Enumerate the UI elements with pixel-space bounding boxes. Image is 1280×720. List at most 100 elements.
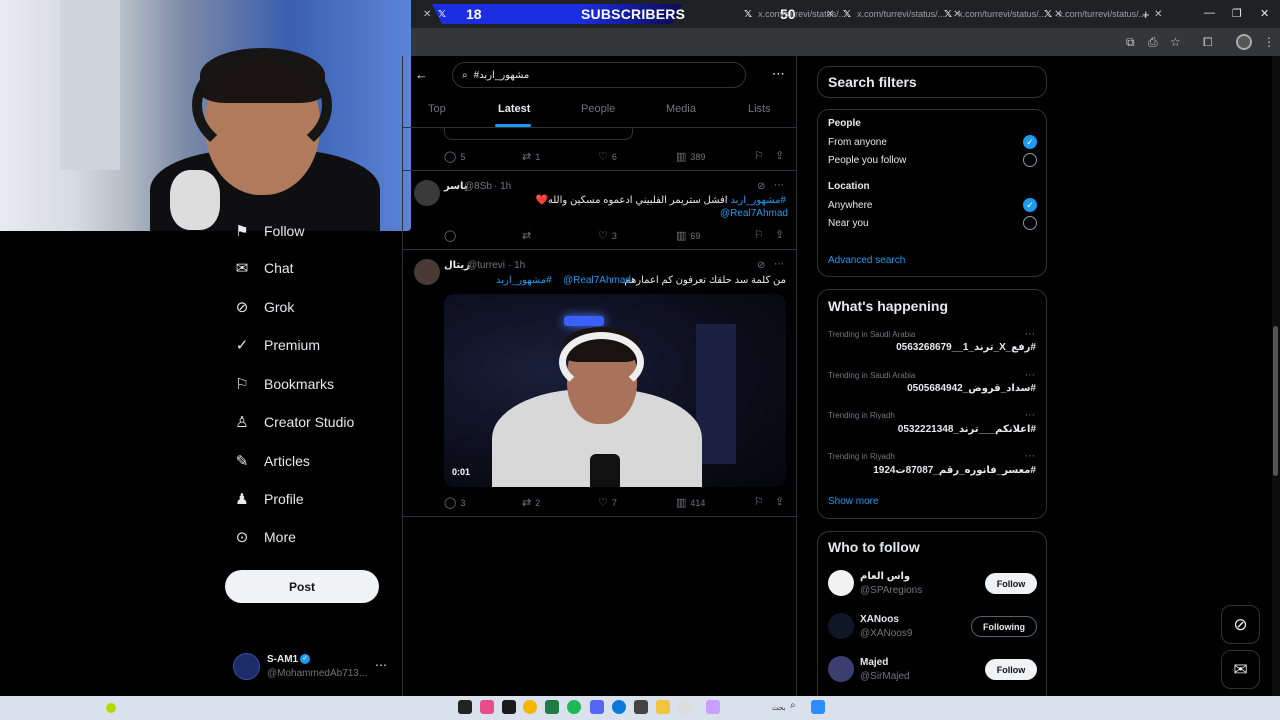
views-button[interactable]: ▥ 414 [676, 496, 705, 509]
filter-near-you[interactable]: Near you [828, 218, 869, 229]
scrollbar-thumb[interactable] [1273, 326, 1278, 476]
new-tab-button[interactable]: + [1142, 4, 1150, 24]
show-more-link[interactable]: Show more [828, 496, 879, 507]
file-explorer-icon[interactable] [656, 700, 670, 714]
avatar[interactable] [414, 180, 440, 206]
tweet-more-icon[interactable]: ⋯ [774, 180, 784, 191]
filter-anywhere[interactable]: Anywhere [828, 200, 872, 211]
share-icon[interactable]: ⇪ [775, 495, 788, 508]
grok-icon[interactable]: ⊘ [757, 181, 765, 192]
trend-name[interactable]: #رفع_X_ترند_1__0563268679 [896, 342, 1036, 353]
tweet-author-handle[interactable]: @8Sb [464, 181, 492, 192]
app-icon[interactable] [480, 700, 494, 714]
avatar[interactable] [828, 570, 854, 596]
translate-icon[interactable]: ⧉ [1126, 35, 1135, 50]
messages-fab-button[interactable]: ✉ [1221, 650, 1260, 689]
spotify-icon[interactable] [567, 700, 581, 714]
nav-follow[interactable]: ⚑ Follow [232, 219, 304, 243]
account-more-icon[interactable]: ⋯ [375, 658, 387, 672]
anywhere-radio[interactable]: ✓ [1023, 198, 1037, 212]
scrollbar[interactable] [1272, 56, 1280, 696]
chrome-icon[interactable] [523, 700, 537, 714]
nav-chat[interactable]: ✉ Chat [232, 256, 294, 280]
maximize-icon[interactable]: ❐ [1232, 7, 1242, 20]
bookmark-icon[interactable]: ⚐ [754, 495, 768, 508]
trend-name[interactable]: #معسر_فانوره_رقم_87087ت1924 [873, 465, 1036, 476]
like-button[interactable]: ♡ 6 [598, 150, 617, 163]
app-icon[interactable] [678, 700, 692, 714]
edge-icon[interactable] [612, 700, 626, 714]
tray-icon[interactable] [106, 703, 116, 713]
nav-creator-studio[interactable]: ♙ Creator Studio [232, 410, 354, 434]
following-button[interactable]: Following [971, 616, 1037, 637]
reply-button[interactable]: ◯ 5 [444, 150, 465, 163]
hashtag-link[interactable]: #مشهور_اربد [496, 275, 552, 286]
follow-suggestion-name[interactable]: واس العام [860, 571, 910, 582]
hashtag-link[interactable]: #مشهور_اربد [730, 195, 786, 206]
search-icon[interactable]: ⌕ [790, 700, 804, 714]
account-avatar[interactable] [233, 653, 260, 680]
avatar[interactable] [828, 656, 854, 682]
trend-more-icon[interactable]: ⋯ [1025, 329, 1035, 340]
mention-link[interactable]: @Real7Ahmad [563, 275, 631, 286]
people-you-follow-radio[interactable] [1023, 153, 1037, 167]
search-input[interactable]: ⌕ #مشهور_اربد [452, 62, 746, 88]
trend-more-icon[interactable]: ⋯ [1025, 410, 1035, 421]
search-more-button[interactable]: ⋯ [772, 66, 785, 82]
trend-more-icon[interactable]: ⋯ [1025, 370, 1035, 381]
install-icon[interactable]: ⎙ [1148, 35, 1158, 50]
nav-grok[interactable]: ⊘ Grok [232, 295, 295, 319]
tab-top[interactable]: Top [428, 103, 446, 115]
reply-button[interactable]: ◯ [444, 229, 460, 242]
app-icon[interactable] [502, 700, 516, 714]
tab-people[interactable]: People [581, 103, 615, 115]
profile-avatar-icon[interactable] [1236, 34, 1252, 50]
tweet-more-icon[interactable]: ⋯ [774, 259, 784, 270]
from-anyone-radio[interactable]: ✓ [1023, 135, 1037, 149]
tab-close-icon[interactable]: ✕ [1154, 9, 1162, 20]
avatar[interactable] [414, 259, 440, 285]
back-arrow-icon[interactable]: ← [415, 67, 428, 82]
follow-suggestion-name[interactable]: XANoos [860, 614, 899, 625]
tab-media[interactable]: Media [666, 103, 696, 115]
extensions-icon[interactable]: ⧠ [1203, 35, 1213, 50]
follow-suggestion-handle[interactable]: @SPAregions [860, 585, 922, 596]
menu-icon[interactable]: ⋮ [1263, 35, 1275, 49]
trend-name[interactable]: #اعلانكم___ترند_0532221348 [898, 424, 1036, 435]
star-icon[interactable]: ☆ [1170, 35, 1181, 49]
nav-premium[interactable]: ✓ Premium [232, 333, 320, 357]
follow-button[interactable]: Follow [985, 659, 1037, 680]
repost-button[interactable]: ⇄ 2 [522, 496, 540, 509]
mention-link[interactable]: @Real7Ahmad [720, 208, 788, 219]
follow-button[interactable]: Follow [985, 573, 1037, 594]
taskbar-search[interactable]: بحث [772, 704, 785, 712]
filter-people-you-follow[interactable]: People you follow [828, 155, 906, 166]
nav-profile[interactable]: ♟ Profile [232, 487, 303, 511]
window-close-icon[interactable]: ✕ [1260, 7, 1269, 20]
post-button[interactable]: Post [225, 570, 379, 603]
trend-more-icon[interactable]: ⋯ [1025, 451, 1035, 462]
video-player[interactable]: 0:01 [444, 294, 786, 487]
tweet-time[interactable]: · 1h [508, 260, 525, 271]
nav-articles[interactable]: ✎ Articles [232, 449, 310, 473]
views-button[interactable]: ▥ 69 [676, 229, 700, 242]
reply-button[interactable]: ◯ 3 [444, 496, 465, 509]
trend-name[interactable]: #سداد_قروض_0505684942 [907, 383, 1036, 394]
nav-bookmarks[interactable]: ⚐ Bookmarks [232, 372, 334, 396]
follow-suggestion-handle[interactable]: @XANoos9 [860, 628, 912, 639]
share-icon[interactable]: ⇪ [775, 228, 788, 241]
views-button[interactable]: ▥ 389 [676, 150, 705, 163]
share-icon[interactable]: ⇪ [775, 149, 788, 162]
filter-from-anyone[interactable]: From anyone [828, 137, 887, 148]
app-icon[interactable] [545, 700, 559, 714]
like-button[interactable]: ♡ 7 [598, 496, 617, 509]
minimize-icon[interactable]: — [1204, 7, 1215, 19]
bookmark-icon[interactable]: ⚐ [754, 149, 768, 162]
repost-button[interactable]: ⇄ 1 [522, 150, 540, 163]
advanced-search-link[interactable]: Advanced search [828, 255, 905, 266]
tweet-time[interactable]: · 1h [494, 181, 511, 192]
follow-suggestion-handle[interactable]: @SirMajed [860, 671, 910, 682]
tweet-author-handle[interactable]: @turrevi [467, 260, 505, 271]
app-icon[interactable] [706, 700, 720, 714]
avatar[interactable] [828, 613, 854, 639]
